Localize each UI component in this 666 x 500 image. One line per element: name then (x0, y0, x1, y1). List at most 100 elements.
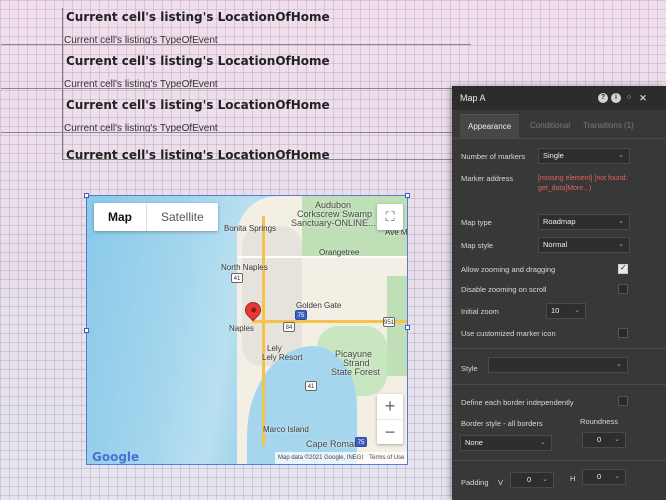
fullscreen-icon: ⛶ (385, 209, 395, 224)
style-dropdown[interactable]: ⌄ (488, 357, 628, 373)
place-label: Sanctuary-ONLINE... (291, 218, 376, 228)
location-text[interactable]: Current cell's listing's LocationOfHome (66, 54, 330, 68)
repeating-group-cell[interactable]: Current cell's listing's LocationOfHome … (63, 146, 463, 160)
place-label: Lely Resort (262, 353, 303, 362)
place-label: Bonita Springs (224, 224, 277, 233)
allow-zoom-label: Allow zooming and dragging (461, 265, 556, 274)
chevron-down-icon: ⌄ (614, 436, 620, 443)
number-of-markers-label: Number of markers (461, 152, 526, 161)
resize-handle[interactable] (405, 193, 410, 198)
initial-zoom-dropdown[interactable]: 10 ⌄ (546, 303, 586, 319)
location-text[interactable]: Current cell's listing's LocationOfHome (66, 148, 330, 160)
map-highway (262, 216, 265, 446)
chevron-down-icon: ⌄ (616, 361, 622, 368)
resize-handle[interactable] (84, 328, 89, 333)
close-icon[interactable]: ✕ (638, 93, 648, 103)
panel-tabs: Appearance Conditional Transitions (1) (452, 114, 666, 138)
padding-h-value: 0 (597, 472, 602, 481)
chevron-down-icon: ⌄ (618, 218, 624, 225)
custom-marker-label: Use customized marker icon (461, 329, 556, 338)
location-text[interactable]: Current cell's listing's LocationOfHome (66, 98, 330, 112)
route-shield: 951 (383, 317, 395, 327)
comment-icon[interactable]: ○ (624, 93, 634, 103)
map-type-dropdown[interactable]: Roadmap ⌄ (538, 214, 630, 230)
map-type-map-button[interactable]: Map (94, 203, 147, 231)
border-independent-label: Define each border independently (461, 398, 574, 407)
repeating-group-cell[interactable]: Current cell's listing's LocationOfHome … (1, 96, 471, 136)
route-shield: 41 (231, 273, 243, 283)
section-divider (452, 460, 666, 461)
map-element[interactable]: Audubon Corkscrew Swamp Sanctuary-ONLINE… (86, 195, 408, 465)
place-label: Marco Island (263, 425, 309, 434)
padding-v-label: V (498, 478, 504, 487)
repeating-group-cell[interactable]: Current cell's listing's LocationOfHome … (1, 52, 471, 92)
map-type-satellite-button[interactable]: Satellite (147, 203, 218, 231)
map-style-dropdown[interactable]: Normal ⌄ (538, 237, 630, 253)
cell-divider (1, 88, 471, 89)
allow-zoom-checkbox[interactable] (618, 263, 628, 274)
info-icon[interactable]: i (611, 93, 621, 103)
section-divider (452, 348, 666, 349)
map-style-value: Normal (543, 240, 568, 249)
place-label: Naples (229, 324, 254, 333)
chevron-down-icon: ⌄ (618, 241, 624, 248)
chevron-down-icon: ⌄ (540, 439, 546, 446)
panel-header: Map A ? i ○ ✕ (452, 86, 666, 110)
tab-conditional[interactable]: Conditional (530, 114, 570, 138)
number-of-markers-value: Single (543, 151, 564, 160)
google-logo: Google (92, 450, 140, 464)
marker-address-expression[interactable]: [missing element] [not found: get_data]M… (538, 174, 630, 194)
place-label: Golden Gate (296, 301, 342, 310)
map-type-value: Roadmap (543, 217, 576, 226)
border-style-dropdown[interactable]: None ⌄ (460, 435, 552, 451)
initial-zoom-label: Initial zoom (461, 307, 499, 316)
disable-scroll-zoom-checkbox[interactable] (618, 284, 628, 294)
custom-marker-checkbox[interactable] (618, 328, 628, 338)
roundness-value: 0 (597, 435, 602, 444)
chevron-down-icon: ⌄ (618, 152, 624, 159)
map-type-control[interactable]: Map Satellite (94, 203, 218, 231)
map-attribution: Map data ©2021 Google, INEGI Terms of Use (275, 452, 407, 464)
zoom-in-button[interactable]: + (377, 394, 403, 419)
route-shield: 84 (283, 322, 295, 332)
number-of-markers-dropdown[interactable]: Single ⌄ (538, 148, 630, 164)
place-label: North Naples (221, 263, 268, 272)
padding-v-value: 0 (527, 475, 532, 484)
roundness-label: Roundness (580, 417, 618, 426)
marker-address-label: Marker address (461, 174, 514, 183)
tab-transitions[interactable]: Transitions (1) (583, 114, 634, 138)
fullscreen-button[interactable]: ⛶ (377, 204, 403, 230)
place-label: State Forest (331, 367, 381, 377)
route-shield: 75 (355, 437, 367, 447)
repeating-group-cell[interactable]: Current cell's listing's LocationOfHome … (1, 8, 471, 48)
style-label: Style (461, 364, 478, 373)
disable-scroll-zoom-label: Disable zooming on scroll (461, 285, 547, 294)
section-divider (452, 384, 666, 385)
map-type-label: Map type (461, 218, 492, 227)
roundness-input[interactable]: 0 ⌄ (582, 432, 626, 448)
help-icon[interactable]: ? (598, 93, 608, 103)
map-style-label: Map style (461, 241, 494, 250)
border-independent-checkbox[interactable] (618, 396, 628, 406)
property-editor-panel: Map A ? i ○ ✕ Appearance Conditional Tra… (452, 86, 666, 500)
map-data-credit: Map data ©2021 Google, INEGI (278, 455, 364, 461)
border-style-label: Border style - all borders (461, 419, 543, 428)
padding-h-input[interactable]: 0 ⌄ (582, 469, 626, 485)
cell-divider (1, 132, 471, 133)
zoom-control[interactable]: + − (377, 394, 403, 444)
repeating-group[interactable]: Current cell's listing's LocationOfHome … (1, 8, 472, 160)
place-label: Lely (267, 344, 282, 353)
chevron-down-icon: ⌄ (614, 473, 620, 480)
resize-handle[interactable] (405, 325, 410, 330)
location-text[interactable]: Current cell's listing's LocationOfHome (66, 10, 330, 24)
resize-handle[interactable] (84, 193, 89, 198)
padding-h-label: H (570, 474, 576, 483)
tab-appearance[interactable]: Appearance (460, 114, 520, 138)
zoom-out-button[interactable]: − (377, 419, 403, 444)
chevron-down-icon: ⌄ (542, 476, 548, 483)
chevron-down-icon: ⌄ (574, 307, 580, 314)
tabs-divider (452, 138, 666, 139)
padding-v-input[interactable]: 0 ⌄ (510, 472, 554, 488)
route-shield: 41 (305, 381, 317, 391)
terms-of-use-link[interactable]: Terms of Use (369, 455, 404, 461)
